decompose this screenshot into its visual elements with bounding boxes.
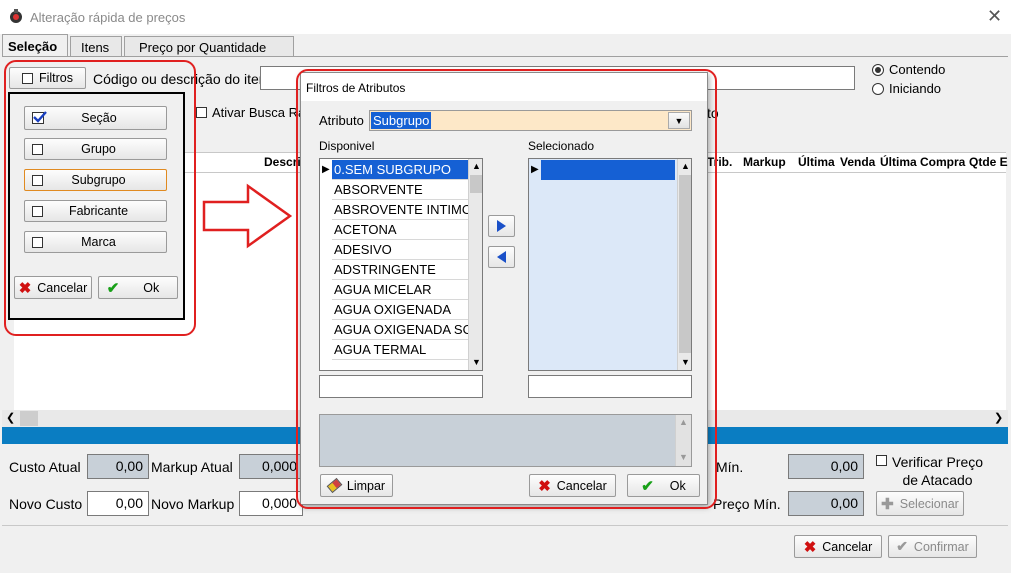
col-ultima: Última [798,155,835,169]
tab-itens[interactable]: Itens [70,36,122,56]
tab-label: Seleção [8,39,58,54]
min-field: 0,00 [788,454,864,479]
verificar-label-2: de Atacado [902,472,973,488]
cancel-button[interactable]: ✖ Cancelar [794,535,882,558]
col-markup: Markup [743,155,786,169]
tab-selecao[interactable]: Seleção [2,34,68,56]
radio-contendo[interactable]: Contendo [872,62,945,77]
tab-label: Itens [81,40,110,55]
verificar-label-1: Verificar Preço [892,454,984,470]
annotation-box-dialog [296,69,717,509]
confirm-label: Confirmar [913,539,969,554]
tab-preco-quantidade[interactable]: Preço por Quantidade [124,36,294,56]
scroll-right-icon[interactable]: ❯ [994,411,1003,424]
annotation-arrow-icon [202,183,293,249]
radio-label: Iniciando [889,81,942,96]
markup-atual-field: 0,000 [239,454,303,479]
min-label: Mín. [716,459,744,475]
annotation-box-filters [4,60,196,336]
ativar-busca-checkbox[interactable]: Ativar Busca Ra [196,105,305,120]
app-icon [9,9,24,24]
plus-icon: ✚ [881,495,894,513]
novo-markup-field[interactable]: 0,000 [239,491,303,516]
radio-empty-icon [872,82,884,95]
selecionar-label: Selecionar [899,496,959,511]
custo-atual-label: Custo Atual [9,459,81,475]
col-qtde: Qtde E [969,155,1008,169]
window-title: Alteração rápida de preços [30,10,186,25]
tab-content-border [2,56,1008,57]
custo-atual-field: 0,00 [87,454,149,479]
preco-min-label: Preço Mín. [713,496,781,512]
col-ultima-compra: Última Compra [880,155,966,169]
cancel-label: Cancelar [822,539,873,554]
selecionar-button[interactable]: ✚ Selecionar [876,491,964,516]
novo-markup-label: Novo Markup [151,496,235,512]
footer-separator [2,525,1008,526]
check-icon: ✔ [896,538,908,554]
cancel-x-icon: ✖ [803,538,817,556]
close-icon[interactable]: ✕ [987,6,1002,27]
markup-atual-label: Markup Atual [151,459,233,475]
radio-selected-icon [872,63,884,76]
title-bar: Alteração rápida de preços ✕ [0,0,1011,34]
radio-iniciando[interactable]: Iniciando [872,81,941,96]
scroll-left-icon[interactable]: ❮ [6,411,15,424]
scroll-thumb[interactable] [20,411,38,426]
checkbox-box [196,107,207,118]
tab-label: Preço por Quantidade [139,40,267,55]
radio-label: Contendo [889,62,946,77]
checkbox-box [876,455,887,466]
novo-custo-label: Novo Custo [9,496,83,512]
novo-custo-field[interactable]: 0,00 [87,491,149,516]
ativar-busca-label: Ativar Busca Ra [212,105,306,120]
confirm-button[interactable]: ✔ Confirmar [888,535,977,558]
verificar-atacado-checkbox[interactable]: Verificar Preço de Atacado [876,453,983,489]
col-venda: Venda [840,155,876,169]
preco-min-field: 0,00 [788,491,864,516]
